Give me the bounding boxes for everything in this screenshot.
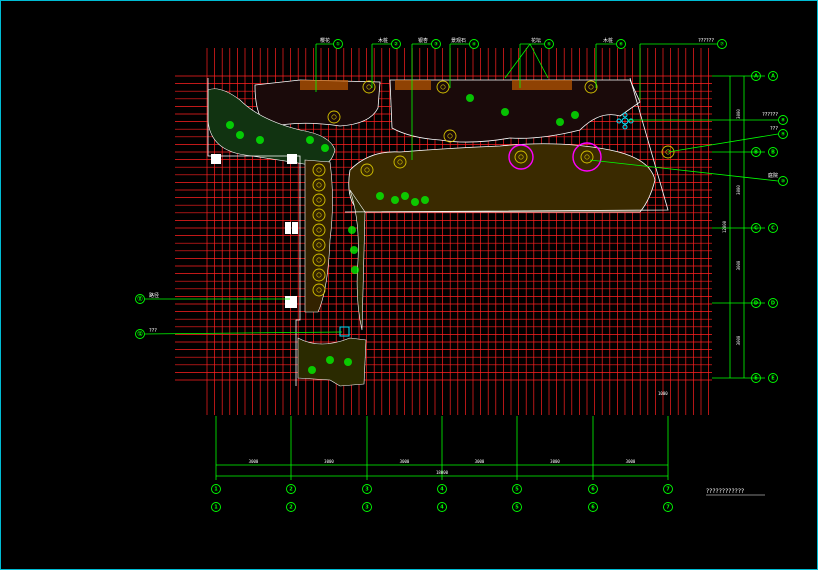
shrub-icon xyxy=(306,136,314,144)
shrub-icon xyxy=(256,136,264,144)
shrub-icon xyxy=(236,131,244,139)
callout-number: ④ xyxy=(472,42,476,48)
shrub-icon xyxy=(344,358,352,366)
axis-lower-number: 3 xyxy=(365,505,369,511)
axis-upper-number: 2 xyxy=(289,487,293,493)
shrub-icon xyxy=(326,356,334,364)
shrub-icon xyxy=(321,144,329,152)
axis-right-number: D xyxy=(754,301,758,307)
column-marker-3 xyxy=(285,222,291,234)
shrub-icon xyxy=(411,198,419,206)
axis-lower-number: 6 xyxy=(591,505,595,511)
dim-segment-label: 3000 xyxy=(736,185,741,195)
dim-total-label: 12000 xyxy=(722,220,727,233)
dim-segment-label: 3000 xyxy=(475,459,485,464)
axis-lower-number: 7 xyxy=(666,505,670,511)
dim-segment-label: 3000 xyxy=(324,459,334,464)
axis-right-outer-number: E xyxy=(771,376,775,382)
scale-note: 1000 xyxy=(658,391,668,396)
vertical-walk-bed xyxy=(349,189,366,331)
callout-label: 樱花 xyxy=(320,37,330,44)
landscape-plan-drawing: 樱花①木桩②银杏③景观石④花坛⑤木桩⑥??????⑦??????⑧???⑨庭院⑩… xyxy=(135,37,788,512)
shrub-icon xyxy=(556,118,564,126)
shrub-icon xyxy=(501,108,509,116)
axis-right-number: A xyxy=(754,74,758,80)
shrub-icon xyxy=(571,111,579,119)
axis-lower-number: 4 xyxy=(440,505,444,511)
callout-label: ?????? xyxy=(762,112,778,118)
axis-lower-number: 2 xyxy=(289,505,293,511)
callout-number: ⑤ xyxy=(547,42,551,48)
hedge-row xyxy=(300,80,348,90)
axis-lower-number: 1 xyxy=(214,505,218,511)
callout-label: 庭院 xyxy=(768,172,778,179)
drawing-title: ???????????? xyxy=(706,488,744,495)
callout-number: ⑧ xyxy=(781,118,785,124)
dim-segment-label: 3000 xyxy=(736,260,741,270)
axis-upper-number: 3 xyxy=(365,487,369,493)
callout-label: 景观石 xyxy=(451,37,466,44)
callout-number: ⑦ xyxy=(720,42,724,48)
dim-segment-label: 3000 xyxy=(626,459,636,464)
axis-upper-number: 5 xyxy=(515,487,519,493)
callout-number: ③ xyxy=(434,42,438,48)
axis-right-outer-number: B xyxy=(771,150,775,156)
dim-segment-label: 3000 xyxy=(249,459,259,464)
shrub-icon xyxy=(391,196,399,204)
shrub-icon xyxy=(226,121,234,129)
hedge-row xyxy=(512,80,572,90)
callout-label: ?????? xyxy=(698,38,714,44)
shrub-icon xyxy=(376,192,384,200)
axis-lower-number: 5 xyxy=(515,505,519,511)
callout-leader xyxy=(529,43,549,79)
dim-segment-label: 3000 xyxy=(550,459,560,464)
dim-total-label: 18000 xyxy=(436,470,449,475)
callout-number: ① xyxy=(336,42,340,48)
callout-number: ⑥ xyxy=(619,42,623,48)
callout-number: ⑩ xyxy=(781,179,785,185)
callout-number: ② xyxy=(394,42,398,48)
column-marker-5 xyxy=(285,296,297,308)
dim-segment-label: 3000 xyxy=(736,109,741,119)
callout-label: 花坛 xyxy=(531,37,541,44)
dim-segment-label: 3000 xyxy=(736,335,741,345)
column-marker-4 xyxy=(292,222,298,234)
axis-upper-number: 7 xyxy=(666,487,670,493)
column-marker-2 xyxy=(287,154,297,164)
axis-right-number: B xyxy=(754,150,758,156)
axis-right-number: C xyxy=(754,226,758,232)
dim-segment-label: 3000 xyxy=(400,459,410,464)
axis-upper-number: 1 xyxy=(214,487,218,493)
axis-upper-number: 6 xyxy=(591,487,595,493)
shrub-icon xyxy=(401,192,409,200)
callout-label: 木桩 xyxy=(378,37,388,44)
shrub-icon xyxy=(466,94,474,102)
shrub-icon xyxy=(421,196,429,204)
callout-label: ??? xyxy=(770,126,778,132)
callout-number: ⑫ xyxy=(137,331,142,338)
axis-upper-number: 4 xyxy=(440,487,444,493)
callout-label: 银杏 xyxy=(418,37,428,44)
shrub-icon xyxy=(308,366,316,374)
callout-number: ⑨ xyxy=(781,132,785,138)
shrub-icon xyxy=(348,226,356,234)
callout-label: 路径 xyxy=(149,292,159,299)
column-marker-1 xyxy=(211,154,221,164)
callout-label: ??? xyxy=(149,328,157,334)
shrub-icon xyxy=(351,266,359,274)
callout-label: 木桩 xyxy=(603,37,613,44)
axis-right-outer-number: A xyxy=(771,74,775,80)
axis-right-number: E xyxy=(754,376,758,382)
shrub-icon xyxy=(350,246,358,254)
callout-number: ⑪ xyxy=(137,296,142,303)
axis-right-outer-number: C xyxy=(771,226,775,232)
hedge-row xyxy=(395,80,431,90)
callout-leader xyxy=(144,331,343,335)
axis-right-outer-number: D xyxy=(771,301,775,307)
